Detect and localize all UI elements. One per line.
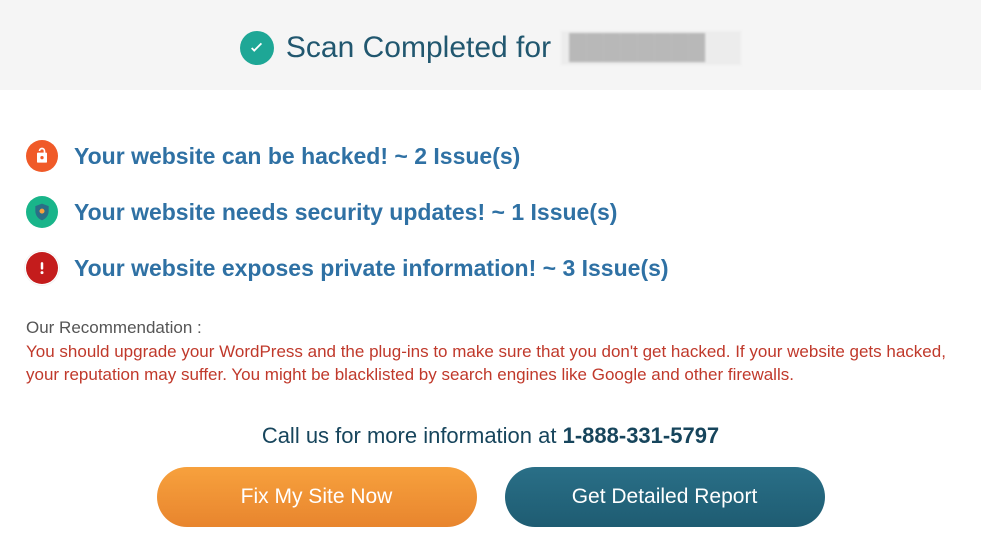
main-content: Your website can be hacked! ~ 2 Issue(s)… [0, 90, 981, 527]
alert-icon [26, 252, 58, 284]
call-line: Call us for more information at 1-888-33… [26, 423, 955, 449]
issue-text: Your website can be hacked! ~ 2 Issue(s) [74, 143, 520, 170]
fix-site-button[interactable]: Fix My Site Now [157, 467, 477, 527]
issue-row-exposes: Your website exposes private information… [26, 252, 955, 284]
scan-header-inner: Scan Completed for ████████ [240, 31, 741, 65]
recommendation-block: Our Recommendation : You should upgrade … [26, 318, 955, 387]
scan-completed-label: Scan Completed for [286, 31, 551, 65]
button-row: Fix My Site Now Get Detailed Report [26, 467, 955, 527]
scan-header: Scan Completed for ████████ [0, 0, 981, 90]
unlock-icon [26, 140, 58, 172]
issue-text: Your website needs security updates! ~ 1… [74, 199, 617, 226]
site-name-redacted: ████████ [561, 31, 741, 65]
issue-text: Your website exposes private information… [74, 255, 669, 282]
call-phone: 1-888-331-5797 [563, 423, 720, 448]
recommendation-text: You should upgrade your WordPress and th… [26, 340, 955, 387]
detailed-report-button[interactable]: Get Detailed Report [505, 467, 825, 527]
issue-row-hacked: Your website can be hacked! ~ 2 Issue(s) [26, 140, 955, 172]
recommendation-label: Our Recommendation : [26, 318, 955, 338]
scan-title: Scan Completed for ████████ [286, 31, 741, 65]
shield-icon [26, 196, 58, 228]
issue-row-updates: Your website needs security updates! ~ 1… [26, 196, 955, 228]
call-prefix: Call us for more information at [262, 423, 563, 448]
check-icon [240, 31, 274, 65]
